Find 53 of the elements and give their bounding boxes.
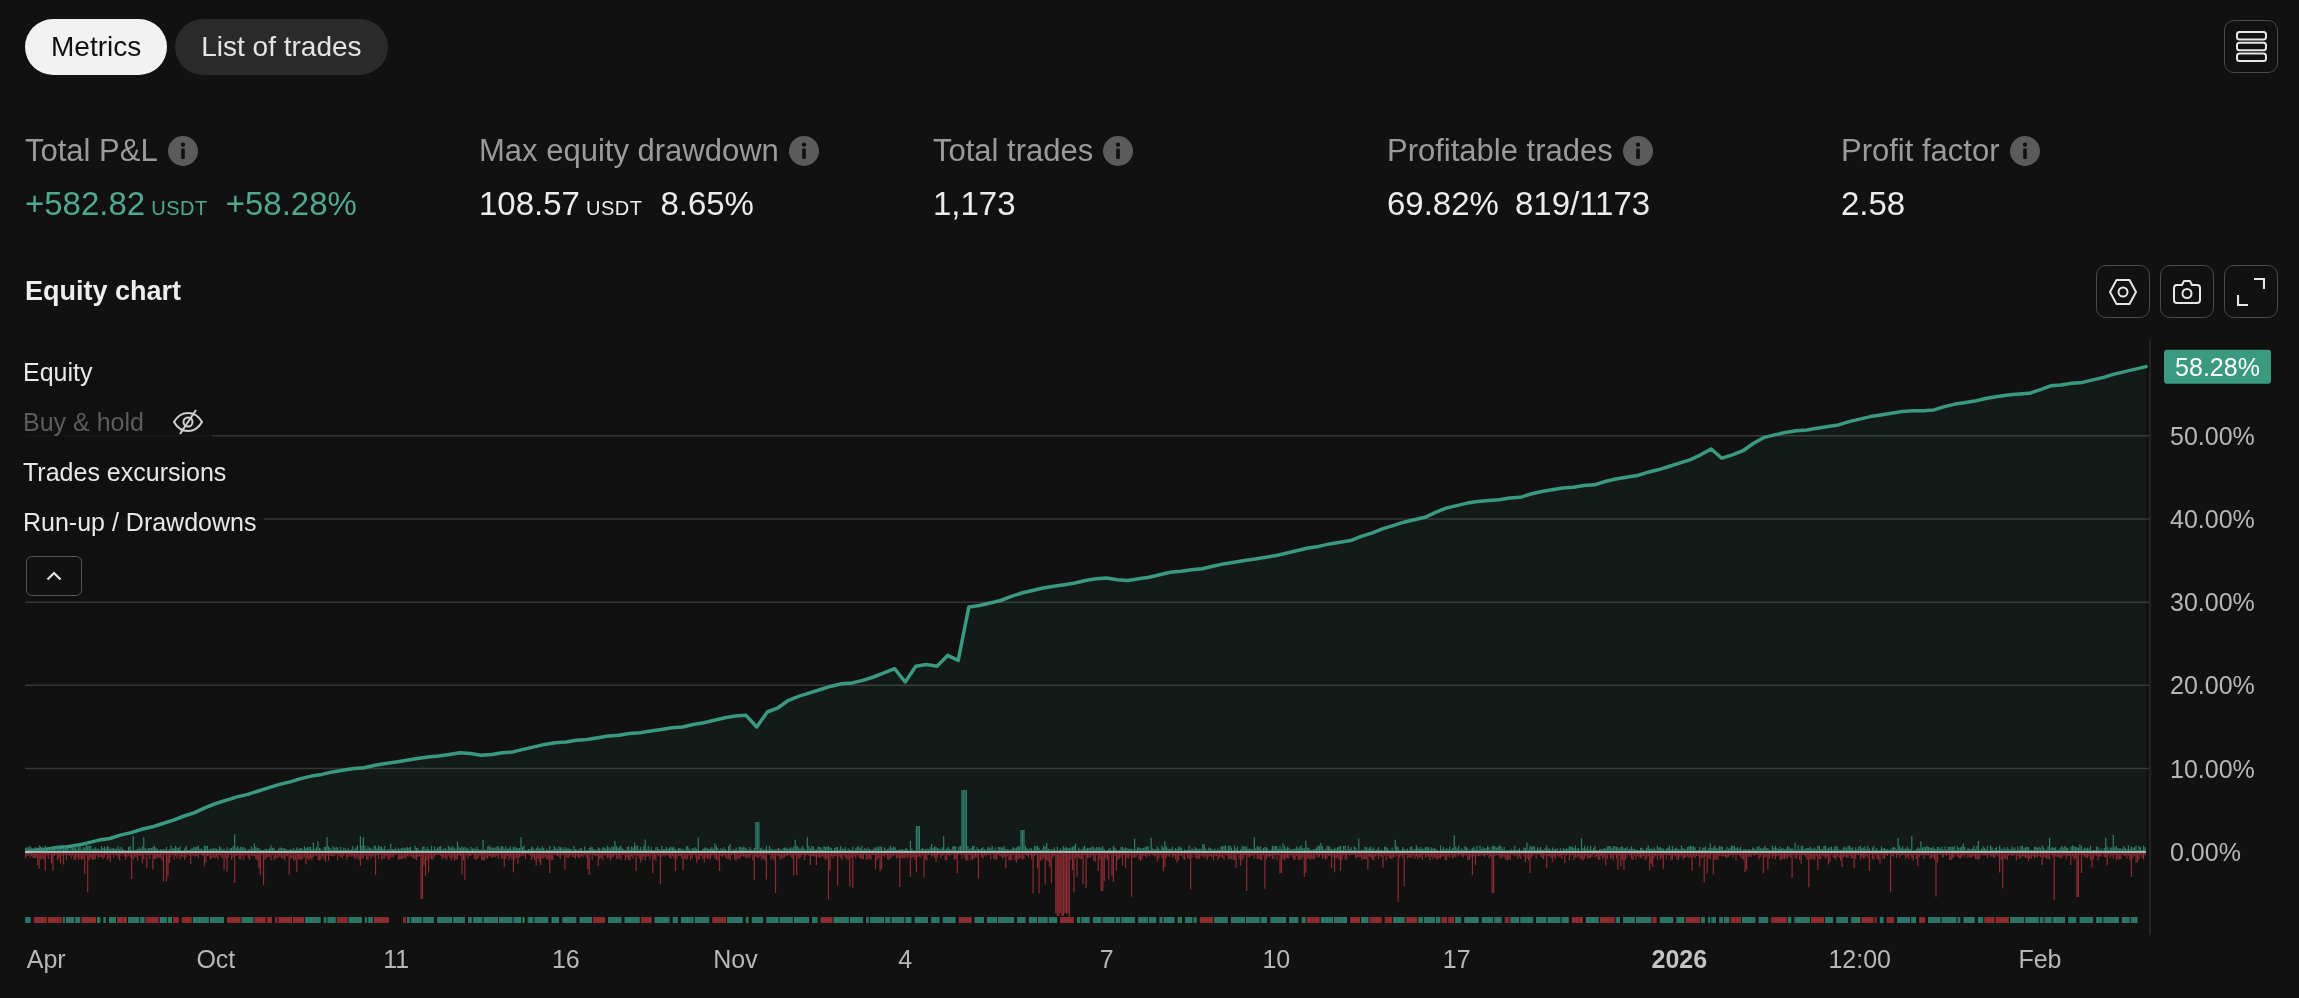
metric-value: 1,173 [933, 184, 1016, 224]
info-icon[interactable] [1622, 136, 1653, 166]
metric-value: 2.58 [1841, 184, 1906, 224]
collapse-button[interactable] [26, 556, 82, 596]
metric-label: Profitable trades [1387, 133, 1613, 169]
axis-label: 10.00% [2170, 754, 2255, 783]
axis-label: 20.00% [2170, 671, 2255, 700]
caret-up-icon [46, 571, 62, 581]
axis-label: 11 [383, 945, 410, 973]
axis-label: Feb [2018, 945, 2062, 973]
menu-button[interactable] [2224, 20, 2278, 73]
metric-label: Total P&L [25, 133, 158, 169]
camera-icon [2173, 279, 2201, 304]
info-icon[interactable] [1103, 136, 1134, 166]
axis-label: 7 [1099, 945, 1114, 973]
currency-unit: USDT [151, 197, 208, 220]
currency-unit: USDT [585, 197, 643, 220]
fullscreen-button[interactable] [2224, 265, 2278, 318]
info-icon[interactable] [167, 136, 198, 166]
tab[interactable]: Metrics [25, 19, 168, 75]
axis-label: 30.00% [2170, 588, 2255, 617]
axis-label: 4 [898, 945, 913, 973]
metric-value: 69.82% [1387, 184, 1499, 224]
metric-secondary-value: 8.65% [660, 184, 754, 224]
axis-label: Oct [196, 945, 236, 973]
axis-label: 17 [1442, 945, 1471, 973]
metric-secondary-value: +58.28% [225, 184, 357, 224]
axis-label: 2026 [1651, 945, 1708, 973]
axis-label: Nov [713, 945, 758, 973]
menu-icon [2235, 31, 2267, 62]
last-value-badge: 58.28% [2164, 349, 2271, 384]
axis-label: 16 [551, 945, 580, 973]
axis-label: 50.00% [2170, 421, 2255, 450]
tab[interactable]: List of trades [175, 19, 388, 75]
axis-label: 12:00 [1828, 945, 1891, 973]
metric-label: Max equity drawdown [479, 133, 779, 169]
metric-value: +582.82 [25, 184, 146, 224]
metric-label: Total trades [933, 133, 1094, 169]
info-icon[interactable] [788, 136, 819, 166]
info-icon[interactable] [2009, 136, 2040, 166]
axis-label: 0.00% [2170, 837, 2241, 866]
expand-icon [2237, 277, 2265, 306]
axis-label: 40.00% [2170, 504, 2255, 533]
chart-title: Equity chart [25, 276, 182, 307]
metric-value: 108.57 [479, 184, 580, 224]
axis-label: 10 [1262, 945, 1291, 973]
metric-secondary-value: 819/1173 [1514, 184, 1651, 224]
settings-button[interactable] [2096, 265, 2150, 318]
metric-label: Profit factor [1841, 133, 2000, 169]
screenshot-button[interactable] [2160, 265, 2214, 318]
axis-label: Apr [26, 945, 66, 973]
eye-slash-icon [171, 409, 204, 435]
settings-icon [2109, 278, 2137, 305]
